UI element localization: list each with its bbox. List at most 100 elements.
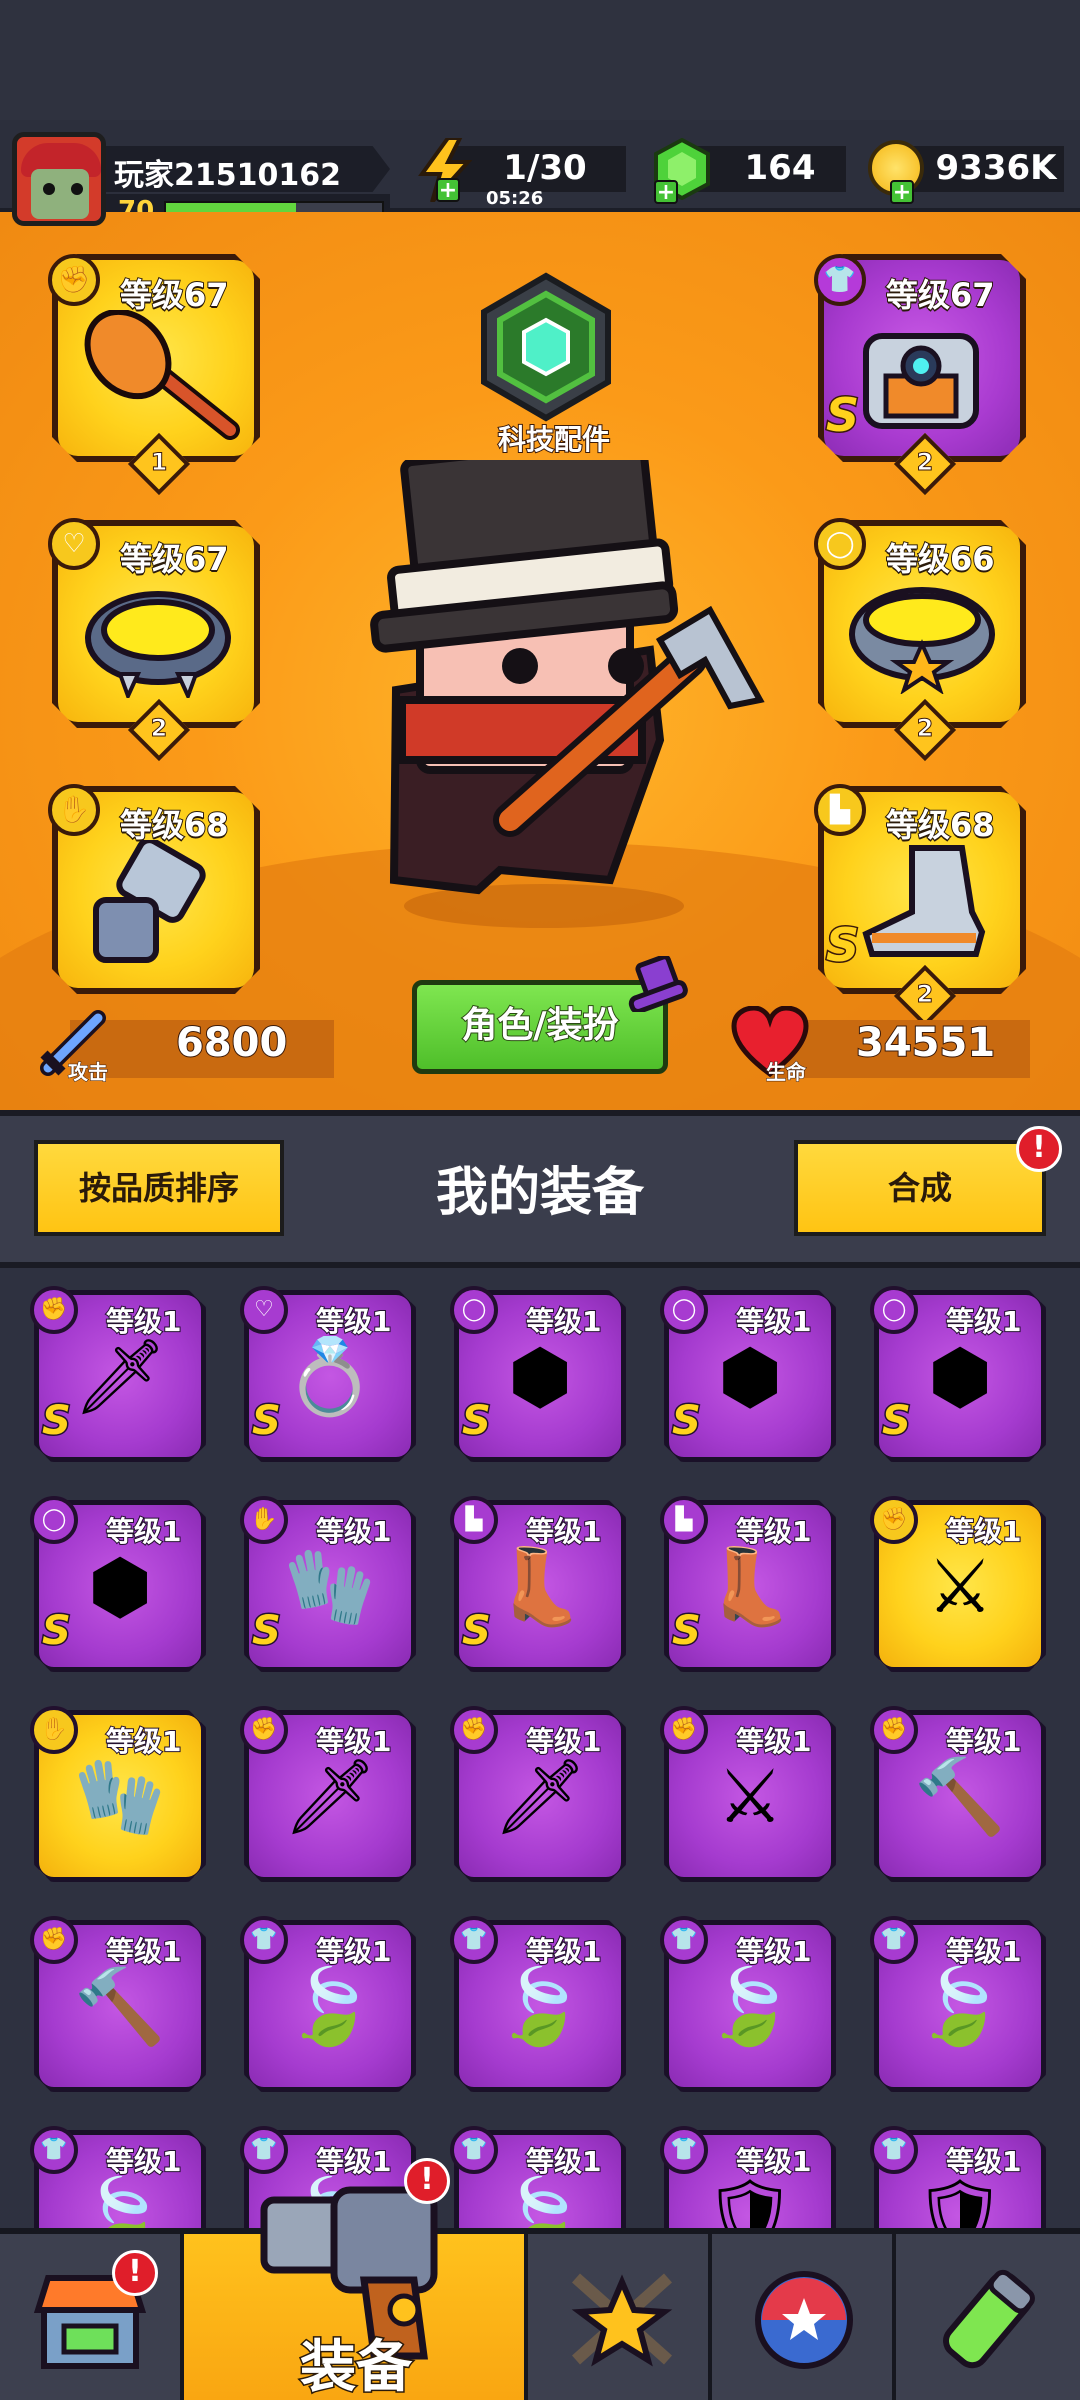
gloves-slot-icon: ✋ [30,1706,78,1754]
inventory-item-level: 等级1 [315,1724,392,1759]
hp-value: 34551 [855,1019,996,1067]
leaf-armor-icon: 🍃 [493,1964,587,2050]
inventory-item-grade: S [671,1607,703,1656]
necklace-level: 等级67 [119,539,230,579]
hammer-icon: 🔨 [73,1964,167,2050]
inventory-item-level: 等级1 [945,1514,1022,1549]
silver-armor-icon: 🛡 [703,2174,797,2228]
inventory-grid: 🗡 ✊ 等级1 S 💍 ♡ 等级1 S ⬢ ◯ 等级1 S ⬢ ◯ 等级1 S ⬢ ◯ 等级1 S ⬢ ◯ 等级1 S 🧤 ✋ 等级… [0,1268,1080,2228]
tech-parts-label: 科技配件 [497,422,611,457]
panel-title: 我的装备 [435,1163,644,1223]
kunai-icon: 🗡 [493,1754,587,1840]
inventory-item-level: 等级1 [945,1724,1022,1759]
nav-tab-shop[interactable] [0,2234,184,2400]
gem-belt-icon: ⬢ [717,1334,783,1420]
armor-level: 等级67 [885,275,996,315]
belt-count: 2 [916,714,934,743]
inventory-item-grade: S [41,1607,73,1656]
hammer-icon: 🔨 [913,1754,1007,1840]
nav-tab-lab[interactable] [896,2234,1080,2400]
boots-count: 2 [916,980,934,1009]
dna-capsule-icon [936,2268,1040,2372]
nav-tab-talent[interactable] [712,2234,896,2400]
robot-armor-icon [846,316,996,440]
star-ring-icon: 💍 [283,1334,377,1420]
armor-slot-icon: 👕 [870,1916,918,1964]
merge-alert-badge: ! [1016,1126,1062,1172]
energy-plus-button[interactable]: + [436,178,460,202]
weapon-slot-icon: ✊ [30,1916,78,1964]
shop-alert-badge: ! [112,2250,158,2296]
belt-slot-icon: ◯ [814,518,866,570]
attack-label: 攻击 [68,1060,109,1085]
tech-parts-button[interactable] [476,272,616,422]
inventory-item-level: 等级1 [525,1514,602,1549]
boots-slot-icon: ▙ [450,1496,498,1544]
armor-grade: S [824,387,860,444]
armor-slot-icon: 👕 [240,2126,288,2174]
sort-by-quality-button[interactable]: 按品质排序 [34,1140,284,1236]
inventory-item-level: 等级1 [315,1304,392,1339]
leaf-armor-icon: 🍃 [703,1964,797,2050]
gem-plus-button[interactable]: + [654,180,678,204]
inventory-item-level: 等级1 [315,2144,392,2179]
inventory-item-level: 等级1 [105,1304,182,1339]
costume-hat-icon [626,954,690,1014]
mech-boot-icon: 👢 [493,1544,587,1630]
inventory-item-grade: S [461,1397,493,1446]
nav-tab-battle[interactable] [528,2234,712,2400]
flame-sword-icon: 🗡 [73,1334,167,1420]
crossed-swords-star-icon [562,2264,682,2374]
weapon-slot-icon: ✊ [30,1286,78,1334]
player-character[interactable] [360,434,780,930]
inventory-item-level: 等级1 [735,1304,812,1339]
inventory-item-level: 等级1 [735,1934,812,1969]
weapon-slot-icon: ✊ [450,1706,498,1754]
coin-plus-button[interactable]: + [890,180,914,204]
belt-slot-icon: ◯ [660,1286,708,1334]
leaf-armor-icon: 🍃 [283,1964,377,2050]
belt-slot-icon: ◯ [30,1496,78,1544]
leaf-armor-icon: 🍃 [913,1964,1007,2050]
silver-armor-icon: 🛡 [913,2174,1007,2228]
hp-label: 生命 [766,1060,807,1085]
nav-equipment-label: 装备 [299,2334,414,2400]
hammer-icon [80,308,240,440]
necklace-slot-icon: ♡ [240,1286,288,1334]
player-avatar[interactable] [12,132,106,226]
equipment-alert-badge: ! [404,2158,450,2204]
avatar-eye [43,183,55,195]
inventory-item-grade: S [251,1607,283,1656]
gem-belt-icon: ⬢ [87,1544,153,1630]
armor-slot-icon: 👕 [660,2126,708,2174]
star-ball-icon [752,2268,856,2372]
necklace-slot-icon: ♡ [48,518,100,570]
inventory-item-level: 等级1 [735,2144,812,2179]
inventory-item-level: 等级1 [735,1514,812,1549]
gem-belt-icon: ⬢ [927,1334,993,1420]
inventory-item-level: 等级1 [525,1934,602,1969]
mech-glove-icon: 🧤 [283,1544,377,1630]
inventory-item-level: 等级1 [525,2144,602,2179]
spiked-collar-icon [80,578,236,702]
weapon-slot-icon: ✊ [48,254,100,306]
weapon-slot-icon: ✊ [660,1706,708,1754]
mech-boot-icon: 👢 [703,1544,797,1630]
boots-level: 等级68 [885,805,996,845]
gloves-slot-icon: ✋ [48,784,100,836]
kunai-icon: 🗡 [283,1754,377,1840]
inventory-item-level: 等级1 [945,1934,1022,1969]
weapon-count: 1 [150,448,168,477]
inventory-item-grade: S [461,1607,493,1656]
gem-value: 164 [744,148,816,188]
necklace-count: 2 [150,714,168,743]
armor-slot-icon: 👕 [450,1916,498,1964]
leaf-armor-icon: 🍃 [493,2174,587,2228]
inventory-item-level: 等级1 [735,1724,812,1759]
inventory-item-grade: S [881,1397,913,1446]
weapon-slot-icon: ✊ [870,1496,918,1544]
inventory-item-grade: S [251,1397,283,1446]
belt-slot-icon: ◯ [450,1286,498,1334]
inventory-item-grade: S [671,1397,703,1446]
merge-button[interactable]: 合成 [794,1140,1046,1236]
